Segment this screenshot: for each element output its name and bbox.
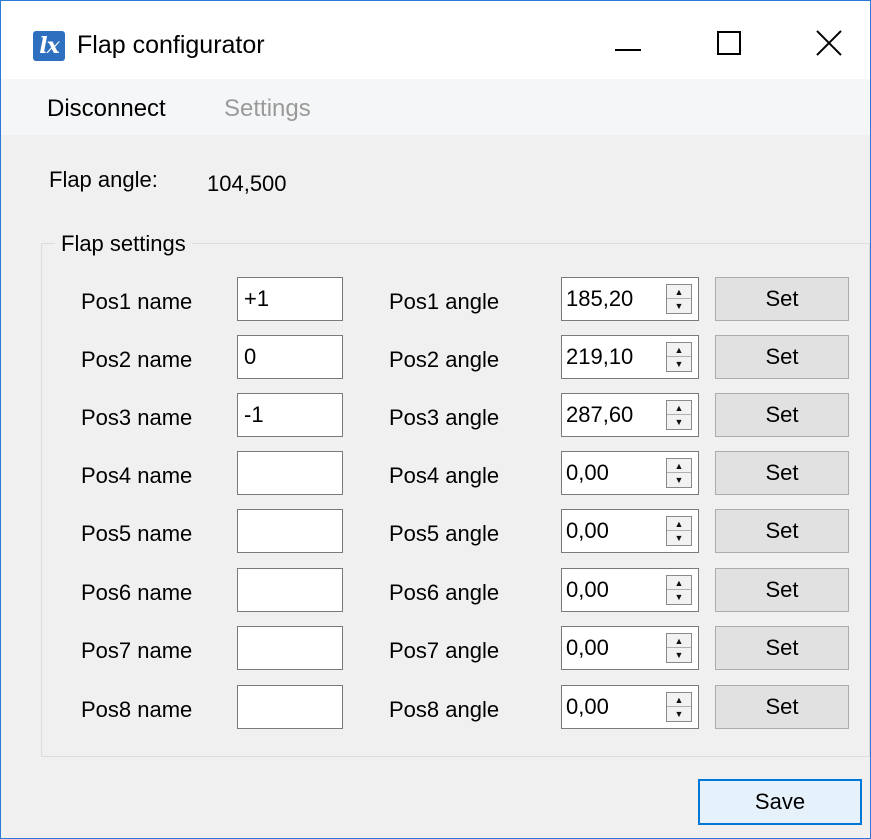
menu-item-settings: Settings <box>224 95 311 122</box>
pos6-angle-label: Pos6 angle <box>389 580 500 605</box>
pos3-angle-label: Pos3 angle <box>389 405 500 430</box>
pos6-angle-spinner[interactable]: ▲▼ <box>561 568 699 612</box>
pos3-set-button[interactable]: Set <box>715 393 849 437</box>
flap-position-row-5: Pos5 name Pos5 angle ▲▼ Set <box>1 509 870 557</box>
flap-settings-title: Flap settings <box>55 231 192 257</box>
maximize-button[interactable] <box>701 19 761 69</box>
pos4-angle-label: Pos4 angle <box>389 463 500 488</box>
flap-position-row-4: Pos4 name Pos4 angle ▲▼ Set <box>1 451 870 499</box>
pos8-name-label: Pos8 name <box>81 697 193 722</box>
pos5-spinner-buttons: ▲ ▼ <box>666 516 692 546</box>
pos1-name-input[interactable] <box>237 277 343 321</box>
pos1-set-button[interactable]: Set <box>715 277 849 321</box>
pos1-angle-input[interactable] <box>566 278 658 320</box>
spinner-down-icon[interactable]: ▼ <box>667 415 691 429</box>
pos4-set-button[interactable]: Set <box>715 451 849 495</box>
pos3-spinner-buttons: ▲ ▼ <box>666 400 692 430</box>
spinner-up-icon[interactable]: ▲ <box>667 517 691 531</box>
pos6-spinner-buttons: ▲ ▼ <box>666 575 692 605</box>
flap-angle-value: 104,500 <box>207 171 287 196</box>
pos1-angle-label: Pos1 angle <box>389 289 500 314</box>
spinner-down-icon[interactable]: ▼ <box>667 299 691 313</box>
pos6-set-button[interactable]: Set <box>715 568 849 612</box>
pos2-angle-input[interactable] <box>566 336 658 378</box>
pos7-name-input[interactable] <box>237 626 343 670</box>
pos2-angle-spinner[interactable]: ▲▼ <box>561 335 699 379</box>
pos5-angle-label: Pos5 angle <box>389 521 500 546</box>
pos6-name-label: Pos6 name <box>81 580 193 605</box>
pos2-set-button[interactable]: Set <box>715 335 849 379</box>
close-icon <box>815 29 843 57</box>
menu-bar: Disconnect Settings <box>1 79 870 135</box>
spinner-up-icon[interactable]: ▲ <box>667 693 691 707</box>
spinner-up-icon[interactable]: ▲ <box>667 401 691 415</box>
maximize-icon <box>717 31 741 55</box>
spinner-down-icon[interactable]: ▼ <box>667 357 691 371</box>
flap-position-row-8: Pos8 name Pos8 angle ▲▼ Set <box>1 685 870 733</box>
pos7-angle-input[interactable] <box>566 627 658 669</box>
pos1-spinner-buttons: ▲ ▼ <box>666 284 692 314</box>
pos8-spinner-buttons: ▲ ▼ <box>666 692 692 722</box>
pos6-angle-input[interactable] <box>566 569 658 611</box>
pos2-spinner-buttons: ▲ ▼ <box>666 342 692 372</box>
spinner-up-icon[interactable]: ▲ <box>667 576 691 590</box>
pos8-angle-label: Pos8 angle <box>389 697 500 722</box>
pos7-name-label: Pos7 name <box>81 638 193 663</box>
pos2-name-input[interactable] <box>237 335 343 379</box>
spinner-down-icon[interactable]: ▼ <box>667 648 691 662</box>
pos5-name-label: Pos5 name <box>81 521 193 546</box>
flap-angle-label: Flap angle: <box>49 167 158 192</box>
flap-position-row-7: Pos7 name Pos7 angle ▲▼ Set <box>1 626 870 674</box>
pos8-angle-spinner[interactable]: ▲▼ <box>561 685 699 729</box>
pos1-angle-spinner[interactable]: ▲▼ <box>561 277 699 321</box>
pos7-angle-spinner[interactable]: ▲▼ <box>561 626 699 670</box>
flap-position-row-2: Pos2 name Pos2 angle ▲▼ Set <box>1 335 870 383</box>
app-logo-icon: lx <box>33 31 65 61</box>
spinner-down-icon[interactable]: ▼ <box>667 473 691 487</box>
pos4-name-input[interactable] <box>237 451 343 495</box>
pos7-spinner-buttons: ▲ ▼ <box>666 633 692 663</box>
pos5-set-button[interactable]: Set <box>715 509 849 553</box>
pos3-name-input[interactable] <box>237 393 343 437</box>
spinner-down-icon[interactable]: ▼ <box>667 531 691 545</box>
close-button[interactable] <box>801 19 861 69</box>
flap-position-row-1: Pos1 name Pos1 angle ▲▼ Set <box>1 277 870 325</box>
pos7-set-button[interactable]: Set <box>715 626 849 670</box>
pos8-set-button[interactable]: Set <box>715 685 849 729</box>
flap-position-row-6: Pos6 name Pos6 angle ▲▼ Set <box>1 568 870 616</box>
pos4-angle-input[interactable] <box>566 452 658 494</box>
pos5-angle-input[interactable] <box>566 510 658 552</box>
pos3-angle-input[interactable] <box>566 394 658 436</box>
spinner-up-icon[interactable]: ▲ <box>667 285 691 299</box>
pos4-angle-spinner[interactable]: ▲▼ <box>561 451 699 495</box>
pos2-name-label: Pos2 name <box>81 347 193 372</box>
pos5-angle-spinner[interactable]: ▲▼ <box>561 509 699 553</box>
pos7-angle-label: Pos7 angle <box>389 638 500 663</box>
minimize-icon <box>615 49 641 51</box>
pos3-name-label: Pos3 name <box>81 405 193 430</box>
spinner-up-icon[interactable]: ▲ <box>667 634 691 648</box>
spinner-down-icon[interactable]: ▼ <box>667 590 691 604</box>
spinner-down-icon[interactable]: ▼ <box>667 707 691 721</box>
flap-configurator-window: lx Flap configurator Disconnect Settings… <box>0 0 871 839</box>
pos3-angle-spinner[interactable]: ▲▼ <box>561 393 699 437</box>
pos4-name-label: Pos4 name <box>81 463 193 488</box>
minimize-button[interactable] <box>599 19 659 69</box>
pos4-spinner-buttons: ▲ ▼ <box>666 458 692 488</box>
pos8-angle-input[interactable] <box>566 686 658 728</box>
window-title: Flap configurator <box>77 31 265 59</box>
pos8-name-input[interactable] <box>237 685 343 729</box>
pos2-angle-label: Pos2 angle <box>389 347 500 372</box>
pos1-name-label: Pos1 name <box>81 289 193 314</box>
pos5-name-input[interactable] <box>237 509 343 553</box>
menu-item-disconnect[interactable]: Disconnect <box>47 95 166 123</box>
title-bar[interactable]: lx Flap configurator <box>1 1 870 79</box>
spinner-up-icon[interactable]: ▲ <box>667 343 691 357</box>
spinner-up-icon[interactable]: ▲ <box>667 459 691 473</box>
pos6-name-input[interactable] <box>237 568 343 612</box>
save-button[interactable]: Save <box>698 779 862 825</box>
flap-position-row-3: Pos3 name Pos3 angle ▲▼ Set <box>1 393 870 441</box>
